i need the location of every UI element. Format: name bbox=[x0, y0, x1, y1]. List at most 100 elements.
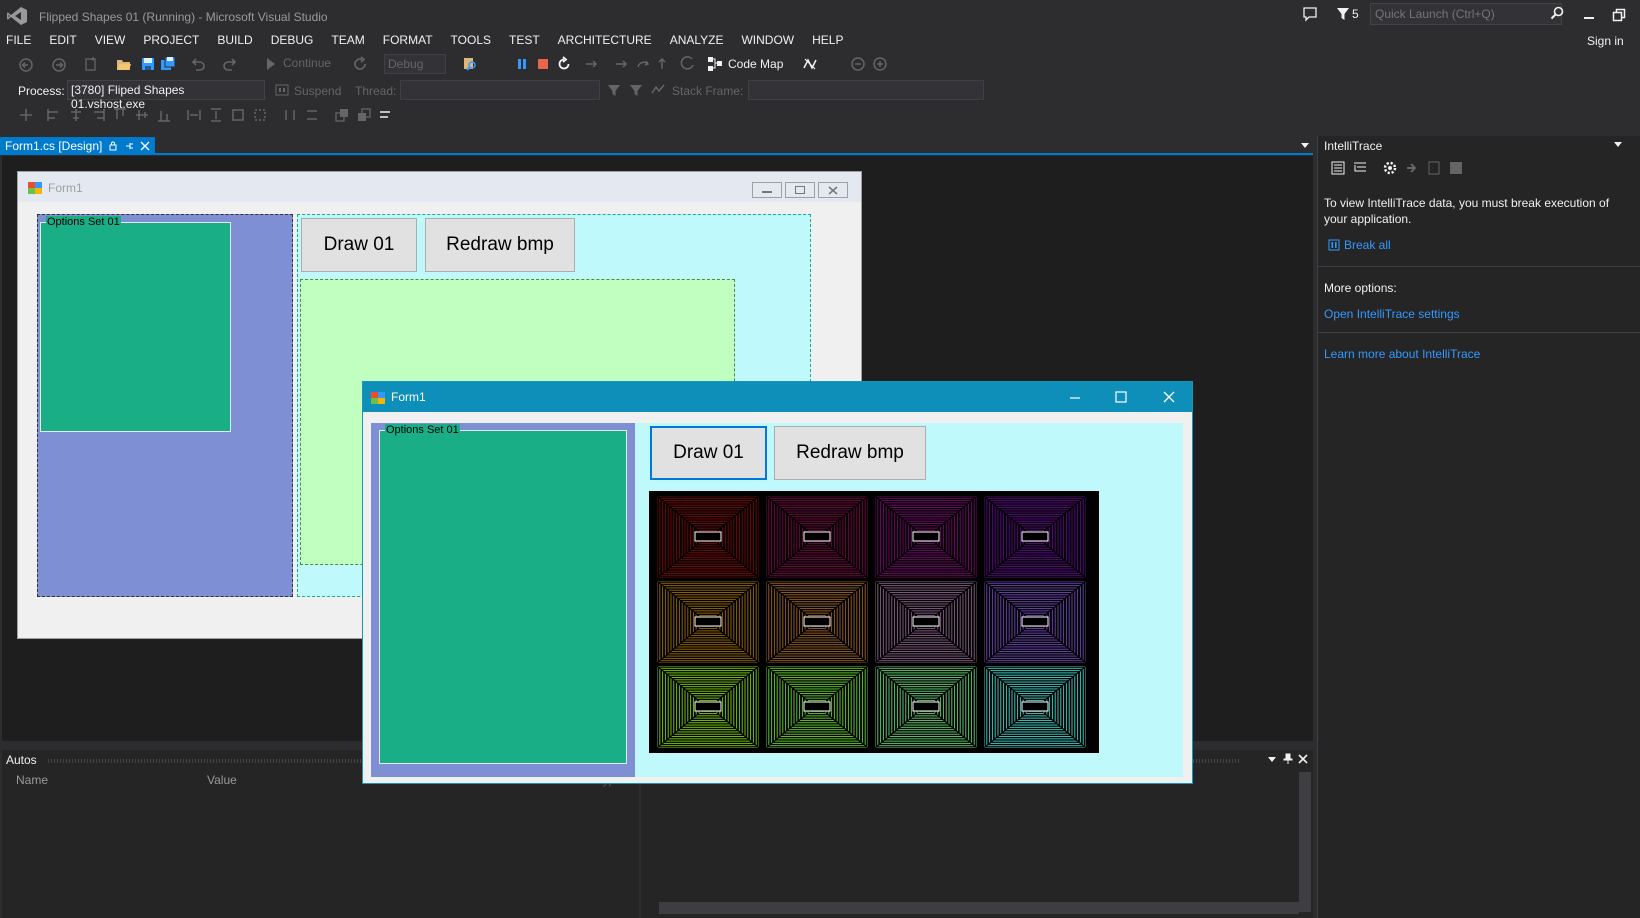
make-same-height-icon[interactable] bbox=[208, 107, 224, 123]
step-over-icon[interactable] bbox=[636, 56, 652, 72]
filter-threads-icon[interactable] bbox=[606, 82, 622, 98]
stack-frame-combo[interactable] bbox=[748, 80, 984, 100]
open-file-icon[interactable] bbox=[1426, 160, 1442, 176]
bring-to-front-icon[interactable] bbox=[334, 107, 350, 123]
break-all-icon[interactable] bbox=[516, 58, 528, 70]
open-file-icon[interactable] bbox=[116, 56, 132, 72]
tree-view-icon[interactable] bbox=[1352, 160, 1368, 176]
close-tab-icon[interactable] bbox=[140, 141, 150, 151]
menu-team[interactable]: TEAM bbox=[322, 30, 373, 52]
continue-icon[interactable] bbox=[266, 57, 276, 71]
align-centers-icon[interactable] bbox=[68, 107, 84, 123]
undo-icon[interactable] bbox=[190, 56, 206, 72]
find-in-files-icon[interactable] bbox=[462, 56, 478, 72]
menu-analyze[interactable]: ANALYZE bbox=[661, 30, 733, 52]
menu-architecture[interactable]: ARCHITECTURE bbox=[549, 30, 661, 52]
menu-window[interactable]: WINDOW bbox=[732, 30, 803, 52]
design-redraw-button[interactable]: Redraw bmp bbox=[425, 218, 575, 272]
sign-in-link[interactable]: Sign in bbox=[1587, 34, 1624, 48]
menu-tools[interactable]: TOOLS bbox=[442, 30, 500, 52]
restore-window-icon[interactable] bbox=[1610, 6, 1628, 24]
redraw-bmp-button[interactable]: Redraw bmp bbox=[774, 426, 926, 480]
column-value[interactable]: Value bbox=[207, 773, 237, 787]
continue-button[interactable]: Continue bbox=[283, 56, 331, 70]
step-into-icon[interactable] bbox=[614, 56, 630, 72]
step-out-icon[interactable] bbox=[658, 56, 674, 72]
notification-icon[interactable] bbox=[1302, 6, 1318, 22]
pin-icon[interactable] bbox=[1283, 753, 1293, 765]
size-to-grid-icon[interactable] bbox=[252, 107, 268, 123]
break-all-link[interactable]: Break all bbox=[1344, 238, 1391, 252]
zoom-out-icon[interactable] bbox=[850, 56, 866, 72]
redo-icon[interactable] bbox=[222, 56, 238, 72]
menu-build[interactable]: BUILD bbox=[208, 30, 261, 52]
minimize-window-icon[interactable] bbox=[1580, 6, 1598, 24]
menu-format[interactable]: FORMAT bbox=[374, 30, 442, 52]
menu-project[interactable]: PROJECT bbox=[134, 30, 208, 52]
draw-button[interactable]: Draw 01 bbox=[650, 426, 767, 480]
suspend-button[interactable]: Suspend bbox=[294, 84, 341, 98]
show-external-code-icon[interactable] bbox=[650, 82, 666, 98]
menu-test[interactable]: TEST bbox=[500, 30, 549, 52]
menu-edit[interactable]: EDIT bbox=[40, 30, 85, 52]
horizontal-spacing-icon[interactable] bbox=[282, 107, 298, 123]
save-icon[interactable] bbox=[140, 56, 156, 72]
navigate-forward-icon[interactable] bbox=[51, 57, 67, 73]
save-all-icon[interactable] bbox=[160, 56, 176, 72]
solution-config-combo[interactable]: Debug bbox=[384, 54, 446, 74]
step-back-icon[interactable] bbox=[680, 56, 696, 72]
align-lefts-icon[interactable] bbox=[46, 107, 62, 123]
vertical-scrollbar[interactable] bbox=[1299, 772, 1311, 912]
chevron-down-icon[interactable] bbox=[1267, 754, 1277, 764]
tab-form1-design[interactable]: Form1.cs [Design] bbox=[0, 137, 156, 155]
stop-debugging-icon[interactable] bbox=[537, 58, 549, 70]
menu-debug[interactable]: DEBUG bbox=[262, 30, 323, 52]
make-same-width-icon[interactable] bbox=[186, 107, 202, 123]
flag-threads-icon[interactable] bbox=[628, 82, 644, 98]
panel-menu-icon[interactable] bbox=[1613, 140, 1623, 148]
search-icon[interactable] bbox=[1550, 6, 1564, 20]
maximize-icon[interactable] bbox=[1115, 391, 1127, 403]
learn-more-link[interactable]: Learn more about IntelliTrace bbox=[1324, 347, 1480, 361]
align-to-grid-icon[interactable] bbox=[18, 107, 34, 123]
running-form-titlebar[interactable] bbox=[363, 382, 1192, 412]
close-icon[interactable] bbox=[1298, 754, 1308, 764]
align-rights-icon[interactable] bbox=[90, 107, 106, 123]
new-project-icon[interactable] bbox=[83, 56, 99, 72]
quick-launch-input[interactable] bbox=[1370, 3, 1562, 25]
process-combo[interactable]: [3780] Fliped Shapes 01.vshost.exe bbox=[67, 80, 265, 111]
vertical-spacing-icon[interactable] bbox=[304, 107, 320, 123]
thread-combo[interactable] bbox=[400, 80, 600, 100]
zoom-in-icon[interactable] bbox=[872, 56, 888, 72]
code-map-icon[interactable] bbox=[707, 56, 723, 72]
show-next-statement-icon[interactable] bbox=[584, 56, 600, 72]
align-tops-icon[interactable] bbox=[112, 107, 128, 123]
design-draw-button[interactable]: Draw 01 bbox=[301, 218, 417, 272]
code-map-button[interactable]: Code Map bbox=[728, 57, 783, 71]
align-bottoms-icon[interactable] bbox=[156, 107, 172, 123]
menu-file[interactable]: FILE bbox=[0, 30, 40, 52]
menu-view[interactable]: VIEW bbox=[86, 30, 135, 52]
menu-help[interactable]: HELP bbox=[803, 30, 852, 52]
horizontal-scrollbar[interactable] bbox=[659, 902, 1299, 914]
list-view-icon[interactable] bbox=[1330, 160, 1346, 176]
design-group-box[interactable] bbox=[40, 222, 231, 432]
restart-icon[interactable] bbox=[556, 56, 572, 72]
align-middles-icon[interactable] bbox=[134, 107, 150, 123]
minimize-icon[interactable] bbox=[1069, 392, 1081, 404]
feedback-filter-icon[interactable] bbox=[1336, 6, 1350, 22]
running-form-window[interactable]: Form1 Options Set 01 Draw 01 Redraw bmp bbox=[362, 381, 1193, 784]
column-name[interactable]: Name bbox=[16, 773, 48, 787]
chevron-down-icon[interactable] bbox=[1300, 141, 1310, 149]
tab-order-icon[interactable] bbox=[378, 107, 394, 123]
pin-icon[interactable] bbox=[124, 141, 134, 151]
save-icon[interactable] bbox=[1448, 160, 1464, 176]
open-settings-link[interactable]: Open IntelliTrace settings bbox=[1324, 307, 1460, 321]
diagnostic-icon[interactable] bbox=[802, 56, 818, 72]
navigate-back-icon[interactable] bbox=[18, 57, 34, 73]
gear-icon[interactable] bbox=[1382, 160, 1398, 176]
send-to-back-icon[interactable] bbox=[356, 107, 372, 123]
close-icon[interactable] bbox=[1163, 391, 1175, 403]
go-to-event-icon[interactable] bbox=[1404, 160, 1420, 176]
suspend-icon[interactable] bbox=[274, 82, 290, 98]
